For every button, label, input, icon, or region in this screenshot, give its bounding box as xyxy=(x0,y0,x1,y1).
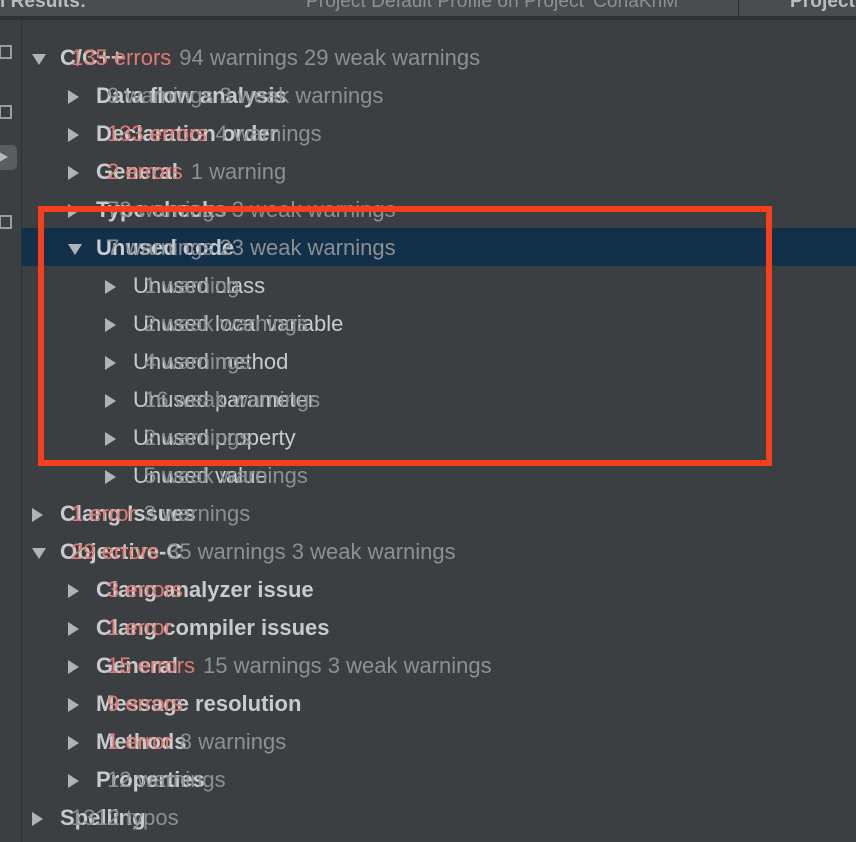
toolbar-tab[interactable]: Project xyxy=(740,0,856,16)
chevron-right-icon[interactable] xyxy=(68,774,79,788)
tree-row-message-resolution[interactable]: Message resolution 9 errors xyxy=(22,684,856,722)
tree-row-unused-code[interactable]: Unused code 7 warnings 23 weak warnings xyxy=(22,228,856,266)
warning-count: 2 warnings xyxy=(144,425,251,450)
warning-count: 2 weak warnings xyxy=(144,311,308,336)
chevron-right-icon[interactable] xyxy=(68,736,79,750)
top-toolbar: tion Results: Project Default Profile on … xyxy=(0,0,856,16)
warning-count: 4 warnings xyxy=(215,121,322,146)
tree-row-objective-c[interactable]: Objective-C 29 errors 35 warnings 3 weak w… xyxy=(22,532,856,570)
chevron-right-icon[interactable] xyxy=(68,90,79,104)
warning-count: 1 warning xyxy=(190,159,287,184)
tree-row-properties[interactable]: Properties 12 warnings xyxy=(22,760,856,798)
square-glyph xyxy=(0,45,12,59)
chevron-right-icon[interactable] xyxy=(68,698,79,712)
square-glyph xyxy=(0,215,12,229)
warning-count: 15 warnings 3 weak warnings xyxy=(203,653,492,678)
error-count: 9 errors xyxy=(107,691,183,716)
error-count: 135 errors xyxy=(71,45,172,70)
error-count: 3 errors xyxy=(107,577,183,602)
tree-row-unused-value[interactable]: Unused value 5 weak warnings xyxy=(22,456,856,494)
warning-count: 8 warnings xyxy=(179,729,287,754)
chevron-right-icon[interactable] xyxy=(32,812,43,826)
chevron-right-icon[interactable] xyxy=(105,318,116,332)
chevron-right-icon[interactable] xyxy=(68,204,79,218)
triangle-glyph xyxy=(0,152,8,162)
error-count: 15 errors xyxy=(107,653,196,678)
error-count: 1 error xyxy=(71,501,136,526)
toolbar-tab[interactable]: Project Default Profile on Project 'Cona… xyxy=(196,0,739,16)
chevron-right-icon[interactable] xyxy=(105,432,116,446)
chevron-right-icon[interactable] xyxy=(105,280,116,294)
warning-count: 94 warnings 29 weak warnings xyxy=(179,45,481,70)
toolbar-tab-label: tion Results: xyxy=(0,0,87,12)
chevron-right-icon[interactable] xyxy=(105,470,116,484)
warning-count: 16 weak warnings xyxy=(144,387,321,412)
square-glyph xyxy=(0,105,12,119)
chevron-down-icon[interactable] xyxy=(32,548,46,559)
chevron-right-icon[interactable] xyxy=(68,166,79,180)
warning-count: 5 weak warnings xyxy=(144,463,308,488)
error-count: 1 error xyxy=(107,729,172,754)
inspection-results-tree[interactable]: C/C++ 135 errors 94 warnings 29 weak warni… xyxy=(22,20,856,842)
chevron-right-icon[interactable] xyxy=(68,622,79,636)
tree-row-data-flow-analysis[interactable]: Data flow analysis 9 warnings 3 weak warn… xyxy=(22,76,856,114)
warning-count: 4 warnings xyxy=(144,349,251,374)
chevron-down-icon[interactable] xyxy=(68,244,82,255)
tree-row-unused-parameter[interactable]: Unused parameter 16 weak warnings xyxy=(22,380,856,418)
warning-count: 12 warnings xyxy=(107,767,226,792)
toolbar-tab-label: Project xyxy=(790,0,856,12)
chevron-right-icon[interactable] xyxy=(32,508,43,522)
error-count: 133 errors xyxy=(107,121,208,146)
warning-count: 35 warnings 3 weak warnings xyxy=(167,539,456,564)
chevron-right-icon[interactable] xyxy=(68,660,79,674)
tree-row-type-checks[interactable]: Type checks 73 warnings 3 weak warnings xyxy=(22,190,856,228)
error-count: 2 errors xyxy=(107,159,183,184)
chevron-right-icon[interactable] xyxy=(68,128,79,142)
warning-count: 3 warnings xyxy=(143,501,251,526)
tree-row-cpp[interactable]: C/C++ 135 errors 94 warnings 29 weak warni… xyxy=(22,38,856,76)
tree-row-unused-local-variable[interactable]: Unused local variable 2 weak warnings xyxy=(22,304,856,342)
warning-count: 73 warnings 3 weak warnings xyxy=(107,197,396,222)
chevron-down-icon[interactable] xyxy=(32,54,46,65)
warning-count: 7 warnings 23 weak warnings xyxy=(107,235,396,260)
chevron-right-icon[interactable] xyxy=(105,394,116,408)
tree-row-clang-issues[interactable]: Clang Issues 1 error 3 warnings xyxy=(22,494,856,532)
collapse-all-icon[interactable] xyxy=(0,145,17,170)
tree-row-unused-property[interactable]: Unused property 2 warnings xyxy=(22,418,856,456)
tree-row-methods[interactable]: Methods 1 error 8 warnings xyxy=(22,722,856,760)
left-gutter-toolbar xyxy=(0,20,22,842)
warning-count: 9 warnings 3 weak warnings xyxy=(107,83,384,108)
tree-row-unused-class[interactable]: Unused class 1 warning xyxy=(22,266,856,304)
tree-row-general-cpp[interactable]: General 2 errors 1 warning xyxy=(22,152,856,190)
toolbar-tab-label: Project Default Profile on Project 'Cona… xyxy=(306,0,682,12)
tree-row-clang-compiler-issues[interactable]: Clang compiler issues 1 error xyxy=(22,608,856,646)
warning-count: 1 warning xyxy=(144,273,240,298)
panel-icon-1[interactable] xyxy=(0,40,17,65)
panel-icon-2[interactable] xyxy=(0,100,17,125)
chevron-right-icon[interactable] xyxy=(68,584,79,598)
chevron-right-icon[interactable] xyxy=(105,356,116,370)
warning-count: 1312 typos xyxy=(71,805,179,830)
tree-row-clang-analyzer-issue[interactable]: Clang analyzer issue 3 errors xyxy=(22,570,856,608)
error-count: 1 error xyxy=(107,615,172,640)
tree-row-unused-method[interactable]: Unused method 4 warnings xyxy=(22,342,856,380)
tree-row-general-objc[interactable]: General 15 errors 15 warnings 3 weak warni… xyxy=(22,646,856,684)
panel-icon-3[interactable] xyxy=(0,210,17,235)
tree-row-declaration-order[interactable]: Declaration order 133 errors 4 warnings xyxy=(22,114,856,152)
toolbar-tab[interactable]: tion Results: xyxy=(0,0,197,16)
tree-row-spelling[interactable]: Spelling 1312 typos xyxy=(22,798,856,836)
error-count: 29 errors xyxy=(71,539,160,564)
